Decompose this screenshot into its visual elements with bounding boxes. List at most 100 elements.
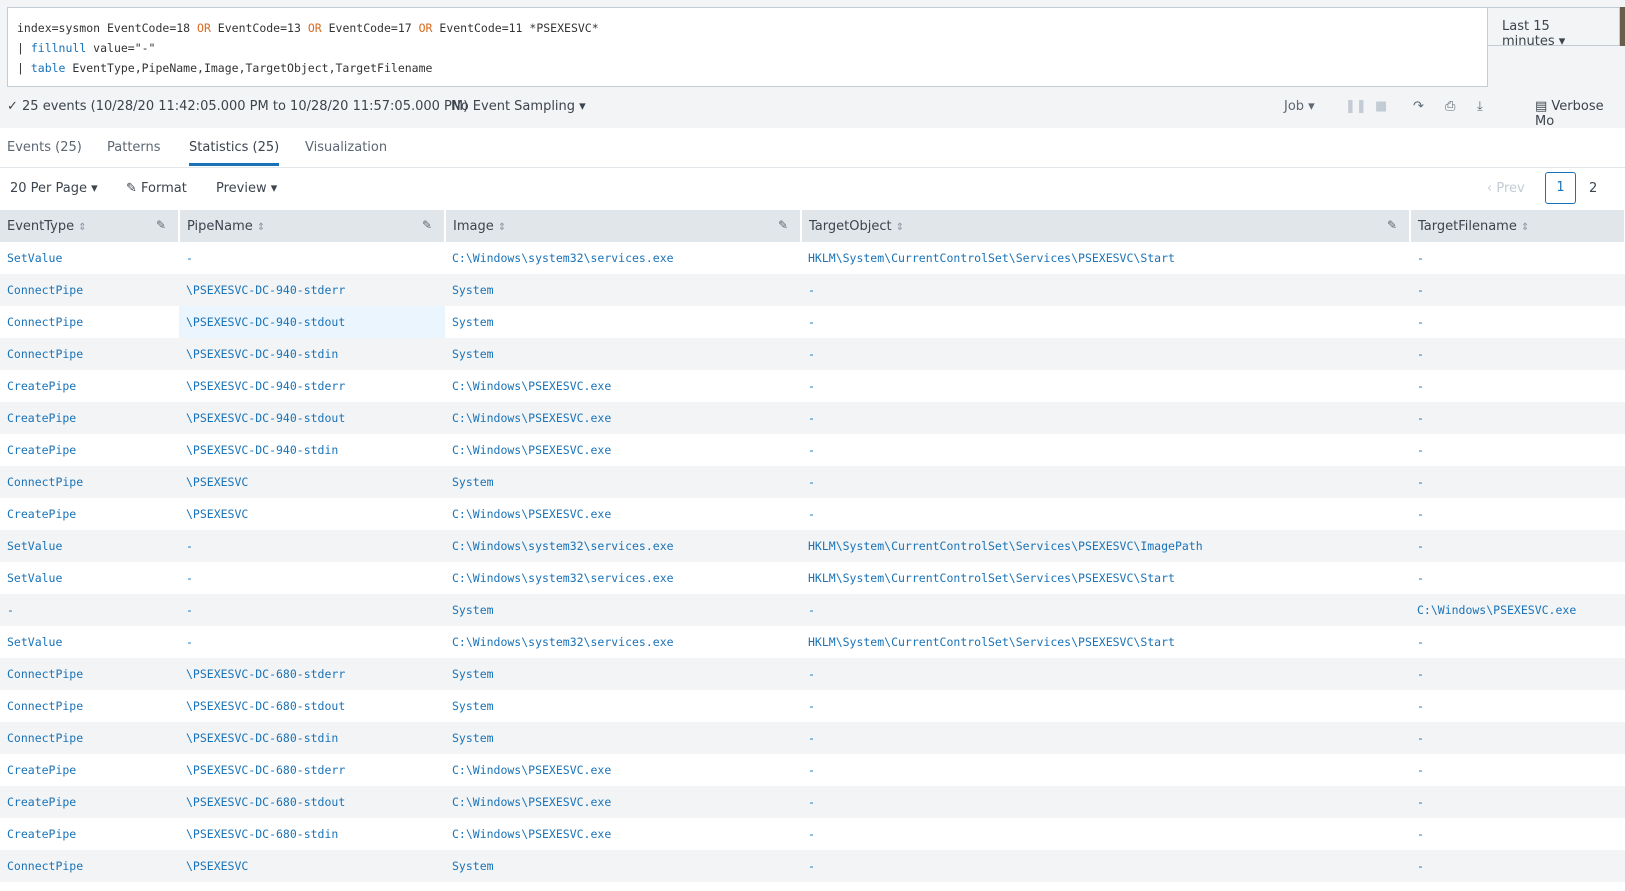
cell-image[interactable]: C:\Windows\system32\services.exe [445,530,801,562]
cell-image[interactable]: C:\Windows\PSEXESVC.exe [445,818,801,850]
cell-targetobject[interactable]: - [801,594,1410,626]
stop-icon[interactable]: ■ [1375,99,1387,114]
cell-pipename[interactable]: \PSEXESVC-DC-680-stderr [179,658,445,690]
cell-pipename[interactable]: \PSEXESVC-DC-940-stderr [179,274,445,306]
export-icon[interactable]: ⤓ [1477,99,1483,114]
cell-targetobject[interactable]: - [801,818,1410,850]
cell-targetobject[interactable]: - [801,754,1410,786]
cell-pipename[interactable]: - [179,530,445,562]
cell-eventtype[interactable]: CreatePipe [0,786,179,818]
cell-targetobject[interactable]: - [801,658,1410,690]
cell-targetobject[interactable]: - [801,786,1410,818]
edit-column-icon[interactable]: ✎ [156,218,166,232]
cell-targetobject[interactable]: - [801,850,1410,882]
cell-pipename[interactable]: \PSEXESVC-DC-680-stdout [179,690,445,722]
sort-icon[interactable]: ⇕ [1521,222,1529,233]
pause-icon[interactable]: ❚❚ [1345,99,1367,114]
cell-image[interactable]: System [445,274,801,306]
print-icon[interactable]: ⎙ [1445,99,1455,114]
cell-image[interactable]: C:\Windows\PSEXESVC.exe [445,498,801,530]
cell-image[interactable]: C:\Windows\system32\services.exe [445,562,801,594]
cell-targetobject[interactable]: HKLM\System\CurrentControlSet\Services\P… [801,626,1410,658]
prev-page-button[interactable]: ‹ Prev [1487,181,1525,196]
column-header-targetfilename[interactable]: TargetFilename ⇕ [1410,210,1625,242]
cell-pipename[interactable]: - [179,626,445,658]
cell-targetobject[interactable]: - [801,498,1410,530]
cell-pipename[interactable]: \PSEXESVC [179,498,445,530]
cell-eventtype[interactable]: - [0,594,179,626]
cell-eventtype[interactable]: CreatePipe [0,434,179,466]
cell-targetfilename[interactable]: - [1410,722,1625,754]
cell-pipename[interactable]: \PSEXESVC [179,466,445,498]
tab-statistics[interactable]: Statistics (25) [189,140,280,166]
cell-targetobject[interactable]: - [801,466,1410,498]
edit-column-icon[interactable]: ✎ [778,218,788,232]
cell-targetfilename[interactable]: - [1410,530,1625,562]
sort-icon[interactable]: ⇕ [78,222,86,233]
cell-image[interactable]: C:\Windows\PSEXESVC.exe [445,402,801,434]
cell-targetobject[interactable]: - [801,690,1410,722]
cell-targetfilename[interactable]: - [1410,626,1625,658]
cell-pipename[interactable]: - [179,594,445,626]
cell-eventtype[interactable]: ConnectPipe [0,306,179,338]
cell-pipename[interactable]: \PSEXESVC-DC-680-stdin [179,818,445,850]
cell-targetobject[interactable]: HKLM\System\CurrentControlSet\Services\P… [801,530,1410,562]
cell-targetfilename[interactable]: - [1410,306,1625,338]
cell-image[interactable]: C:\Windows\system32\services.exe [445,626,801,658]
cell-pipename[interactable]: \PSEXESVC-DC-940-stdout [179,306,445,338]
column-header-pipename[interactable]: PipeName ⇕ ✎ [179,210,446,242]
page-1-button[interactable]: 1 [1545,172,1576,204]
cell-pipename[interactable]: \PSEXESVC-DC-680-stdout [179,786,445,818]
cell-targetfilename[interactable]: - [1410,850,1625,882]
column-header-eventtype[interactable]: EventType ⇕ ✎ [0,210,180,242]
share-icon[interactable]: ↷ [1413,99,1424,114]
cell-pipename[interactable]: - [179,242,445,274]
search-query-input[interactable]: index=sysmon EventCode=18 OR EventCode=1… [7,7,1488,87]
cell-targetfilename[interactable]: C:\Windows\PSEXESVC.exe [1410,594,1625,626]
tab-events[interactable]: Events (25) [7,140,82,155]
cell-pipename[interactable]: - [179,562,445,594]
cell-targetobject[interactable]: HKLM\System\CurrentControlSet\Services\P… [801,242,1410,274]
cell-eventtype[interactable]: SetValue [0,530,179,562]
preview-dropdown[interactable]: Preview ▾ [216,181,277,196]
cell-eventtype[interactable]: ConnectPipe [0,658,179,690]
cell-targetobject[interactable]: - [801,402,1410,434]
cell-targetfilename[interactable]: - [1410,498,1625,530]
cell-pipename[interactable]: \PSEXESVC-DC-940-stderr [179,370,445,402]
cell-targetobject[interactable]: - [801,434,1410,466]
cell-pipename[interactable]: \PSEXESVC-DC-940-stdout [179,402,445,434]
cell-targetfilename[interactable]: - [1410,402,1625,434]
page-2-button[interactable]: 2 [1589,181,1597,196]
tab-visualization[interactable]: Visualization [305,140,387,155]
search-mode-dropdown[interactable]: ▤ Verbose Mo [1535,99,1625,129]
cell-targetfilename[interactable]: - [1410,818,1625,850]
cell-targetfilename[interactable]: - [1410,786,1625,818]
cell-image[interactable]: System [445,658,801,690]
cell-targetfilename[interactable]: - [1410,562,1625,594]
cell-eventtype[interactable]: ConnectPipe [0,690,179,722]
cell-eventtype[interactable]: CreatePipe [0,402,179,434]
cell-targetfilename[interactable]: - [1410,466,1625,498]
cell-eventtype[interactable]: CreatePipe [0,754,179,786]
time-range-picker[interactable]: Last 15 minutes ▾ [1488,7,1620,49]
cell-targetfilename[interactable]: - [1410,274,1625,306]
cell-eventtype[interactable]: ConnectPipe [0,722,179,754]
search-button[interactable] [1620,7,1625,46]
job-dropdown[interactable]: Job ▾ [1284,99,1315,114]
cell-targetfilename[interactable]: - [1410,434,1625,466]
column-header-image[interactable]: Image ⇕ ✎ [445,210,802,242]
cell-eventtype[interactable]: SetValue [0,242,179,274]
cell-eventtype[interactable]: CreatePipe [0,818,179,850]
cell-image[interactable]: System [445,594,801,626]
cell-targetobject[interactable]: HKLM\System\CurrentControlSet\Services\P… [801,562,1410,594]
cell-eventtype[interactable]: CreatePipe [0,370,179,402]
cell-targetobject[interactable]: - [801,338,1410,370]
cell-eventtype[interactable]: ConnectPipe [0,274,179,306]
cell-eventtype[interactable]: ConnectPipe [0,466,179,498]
cell-targetfilename[interactable]: - [1410,754,1625,786]
cell-image[interactable]: System [445,722,801,754]
cell-image[interactable]: C:\Windows\PSEXESVC.exe [445,754,801,786]
tab-patterns[interactable]: Patterns [107,140,161,155]
edit-column-icon[interactable]: ✎ [422,218,432,232]
cell-eventtype[interactable]: CreatePipe [0,498,179,530]
